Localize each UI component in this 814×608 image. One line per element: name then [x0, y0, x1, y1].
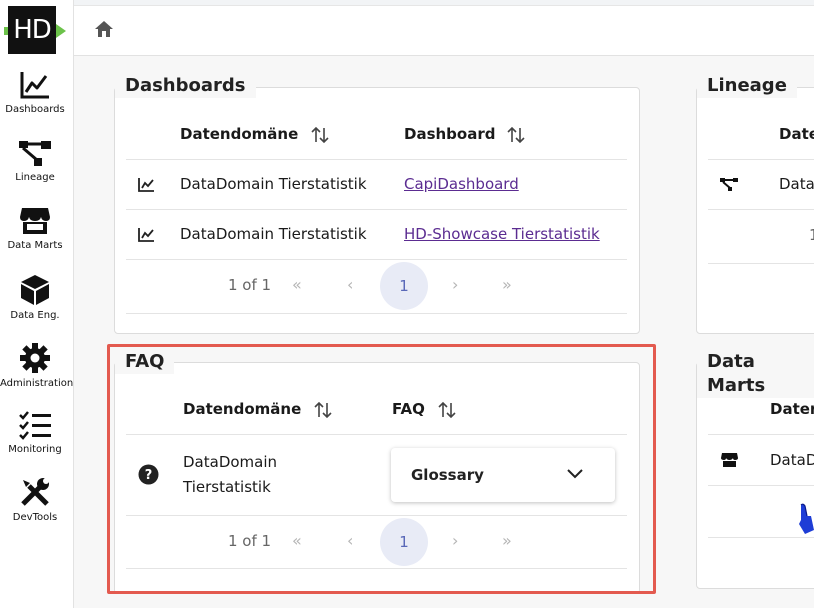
store-icon — [20, 208, 50, 234]
sidebar: HD Dashboards Lineage Data Marts Data En… — [0, 0, 74, 608]
dashboard-link[interactable]: CapiDashboard — [404, 175, 519, 193]
dashboards-title: Dashboards — [115, 74, 256, 98]
sidebar-item-label: Lineage — [15, 172, 55, 183]
hand-pointer-icon — [799, 503, 814, 534]
pagination-summary-partial: 1 — [809, 226, 814, 244]
table-cell-domain: DataD — [770, 451, 814, 469]
sidebar-item-monitoring[interactable]: Monitoring — [0, 410, 70, 455]
sidebar-item-dashboards[interactable]: Dashboards — [0, 70, 70, 115]
checklist-icon — [19, 411, 51, 440]
sidebar-item-devtools[interactable]: DevTools — [0, 476, 70, 523]
row-divider — [126, 313, 627, 314]
home-icon[interactable] — [94, 20, 114, 38]
dashboard-link[interactable]: HD-Showcase Tierstatistik — [404, 225, 600, 243]
lineage-icon — [720, 178, 738, 191]
last-page-button[interactable]: » — [502, 275, 512, 294]
sidebar-item-label: Data Marts — [7, 240, 63, 251]
prev-page-button[interactable]: ‹ — [347, 275, 353, 294]
logo-text: HD — [13, 15, 52, 45]
current-page-button[interactable]: 1 — [380, 262, 428, 310]
sort-icon[interactable] — [507, 126, 525, 144]
sidebar-item-label: Data Eng. — [10, 310, 60, 321]
top-bar — [74, 0, 814, 56]
row-divider — [126, 209, 627, 210]
row-divider — [708, 159, 814, 160]
top-strip — [74, 0, 814, 6]
column-header-partial[interactable]: Date — [779, 125, 814, 143]
sidebar-item-data-eng[interactable]: Data Eng. — [0, 274, 70, 321]
sidebar-item-label: Administration — [0, 378, 74, 389]
cube-icon — [21, 275, 49, 305]
row-divider — [708, 263, 814, 264]
store-icon — [721, 453, 738, 467]
column-header-dashboard[interactable]: Dashboard — [404, 125, 495, 143]
chart-line-icon — [138, 228, 154, 242]
gear-icon — [20, 343, 50, 373]
lineage-title: Lineage — [697, 74, 797, 98]
chart-line-icon — [20, 72, 49, 99]
sidebar-item-data-marts[interactable]: Data Marts — [0, 206, 70, 251]
row-divider — [126, 259, 627, 260]
highlight-frame — [107, 344, 656, 594]
tools-icon — [21, 478, 49, 506]
sidebar-item-label: DevTools — [12, 512, 58, 523]
table-cell-domain: DataDomain Tierstatistik — [180, 225, 367, 243]
logo-arrow — [56, 24, 66, 38]
row-divider — [708, 485, 814, 486]
sidebar-item-label: Monitoring — [8, 444, 62, 455]
table-cell-domain: DataDomain Tierstatistik — [180, 175, 367, 193]
sort-icon[interactable] — [311, 126, 329, 144]
row-divider — [708, 209, 814, 210]
chart-line-icon — [138, 178, 154, 192]
table-cell-domain: Data — [779, 175, 814, 193]
lineage-icon — [19, 141, 51, 166]
sidebar-item-administration[interactable]: Administration — [0, 342, 74, 389]
next-page-button[interactable]: › — [452, 275, 458, 294]
pagination-summary: 1 of 1 — [228, 276, 272, 294]
column-header-datendomaene[interactable]: Datendomäne — [180, 125, 298, 143]
row-divider — [708, 434, 814, 435]
app-logo[interactable]: HD — [8, 6, 56, 54]
row-divider — [126, 159, 627, 160]
first-page-button[interactable]: « — [292, 275, 302, 294]
sidebar-item-lineage[interactable]: Lineage — [0, 138, 70, 183]
column-header-partial[interactable]: Dater — [770, 400, 814, 418]
row-divider — [708, 537, 814, 538]
data-marts-title: Data Marts — [697, 350, 814, 398]
sidebar-item-label: Dashboards — [5, 104, 65, 115]
